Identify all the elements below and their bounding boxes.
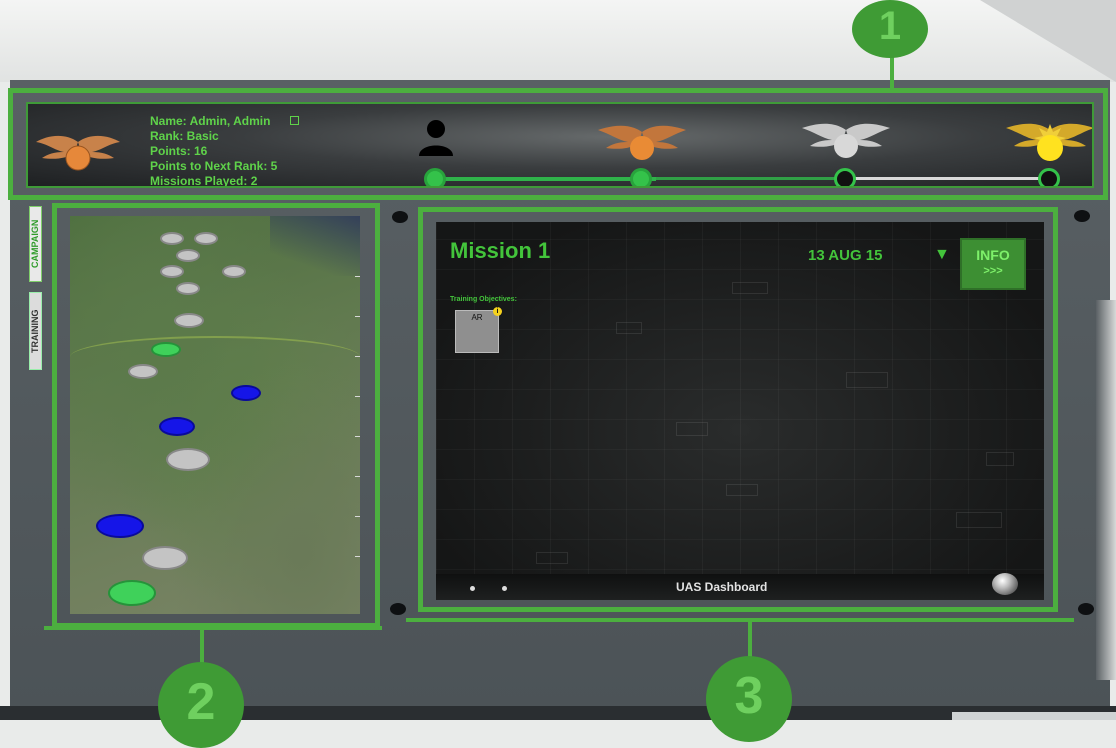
bottom-right-strip <box>952 712 1116 720</box>
mission-title: Mission 1 <box>450 238 551 263</box>
rank-progress-segment-2 <box>656 177 854 180</box>
callout-2-badge: 2 <box>158 662 244 748</box>
objective-tile[interactable]: AR i <box>455 307 502 353</box>
mission-marker-locked[interactable] <box>176 249 200 262</box>
panel-screw <box>392 211 408 223</box>
footer-dot-icon <box>470 586 475 591</box>
objective-tile-label: AR <box>471 313 483 322</box>
mission-marker-locked[interactable] <box>128 364 158 379</box>
mission-marker-available[interactable] <box>108 580 156 606</box>
edit-name-icon[interactable] <box>290 116 299 125</box>
player-points: Points: 16 <box>150 144 208 158</box>
top-background <box>0 0 1116 82</box>
circuit-trace <box>616 322 642 334</box>
map-scale-tick <box>355 556 360 557</box>
rank-node-gold <box>1038 168 1060 186</box>
info-button-label: INFO <box>976 247 1010 263</box>
mission-marker-locked[interactable] <box>222 265 246 278</box>
dashboard-orb-icon[interactable] <box>992 573 1018 595</box>
circuit-trace <box>986 452 1014 466</box>
callout-1-badge: 1 <box>852 0 928 58</box>
panel-screw <box>1074 210 1090 222</box>
training-objectives-label: Training Objectives: <box>450 296 517 303</box>
circuit-trace <box>956 512 1002 528</box>
campaign-map[interactable] <box>70 216 360 614</box>
mission-marker-available[interactable] <box>151 342 181 357</box>
tab-campaign[interactable]: CAMPAIGN <box>29 206 42 282</box>
panel-screw <box>390 603 406 615</box>
current-rank-bronze-wings-icon <box>36 135 120 171</box>
mission-marker-locked[interactable] <box>160 232 184 245</box>
rank-node-bronze <box>630 168 652 186</box>
player-name: Name: Admin, Admin <box>150 114 271 128</box>
map-border-line <box>70 336 360 378</box>
player-rank: Rank: Basic <box>150 129 219 143</box>
tab-training[interactable]: TRAINING <box>29 292 42 370</box>
map-scale-tick <box>355 396 360 397</box>
mission-marker-locked[interactable] <box>194 232 218 245</box>
missions-played: Missions Played: 2 <box>150 174 258 188</box>
mission-marker-locked[interactable] <box>142 546 188 570</box>
mission-marker-locked[interactable] <box>166 448 210 471</box>
map-scale-tick <box>355 436 360 437</box>
circuit-trace <box>726 484 758 496</box>
info-button-arrows: >>> <box>983 265 1003 277</box>
mission-marker-locked[interactable] <box>174 313 204 328</box>
mission-marker-completed[interactable] <box>159 417 195 436</box>
mission-dropdown-arrow-icon[interactable]: ▼ <box>934 246 950 264</box>
mission-marker-locked[interactable] <box>160 265 184 278</box>
circuit-trace <box>676 422 708 436</box>
player-header: Name: Admin, Admin Rank: Basic Points: 1… <box>26 102 1094 188</box>
rank-bronze-wings-icon <box>598 125 686 160</box>
points-to-next-rank: Points to Next Rank: 5 <box>150 159 278 173</box>
map-scale-tick <box>355 516 360 517</box>
info-button[interactable]: INFO >>> <box>960 238 1026 290</box>
circuit-background <box>436 222 1044 600</box>
footer-dot-icon <box>502 586 507 591</box>
mission-marker-completed[interactable] <box>231 385 261 401</box>
rank-silver-wings-icon <box>802 123 890 158</box>
map-scale-tick <box>355 316 360 317</box>
right-edge-fade <box>1096 300 1116 680</box>
rank-progress-segment-1 <box>438 177 656 181</box>
recruit-person-icon <box>419 120 453 156</box>
rank-node-recruit <box>424 168 446 186</box>
rank-gold-wings-icon <box>1006 123 1092 161</box>
circuit-trace <box>732 282 768 294</box>
mission-marker-locked[interactable] <box>176 282 200 295</box>
rank-progress-segment-3 <box>854 177 1054 180</box>
mission-date: 13 AUG 15 <box>808 247 883 264</box>
circuit-trace <box>846 372 888 388</box>
map-scale-tick <box>355 356 360 357</box>
uas-dashboard-label: UAS Dashboard <box>676 580 768 594</box>
map-scale-tick <box>355 276 360 277</box>
callout-3-badge: 3 <box>706 656 792 742</box>
callout-2-bracket <box>44 626 382 630</box>
objective-info-icon[interactable]: i <box>493 307 502 316</box>
map-sea-area <box>270 216 360 276</box>
map-scale-tick <box>355 476 360 477</box>
callout-3-bracket <box>406 618 1074 622</box>
circuit-trace <box>536 552 568 564</box>
mission-panel: Mission 1 13 AUG 15 ▼ INFO >>> Training … <box>436 222 1044 600</box>
rank-node-silver <box>834 168 856 186</box>
mission-marker-completed[interactable] <box>96 514 144 538</box>
panel-screw <box>1078 603 1094 615</box>
